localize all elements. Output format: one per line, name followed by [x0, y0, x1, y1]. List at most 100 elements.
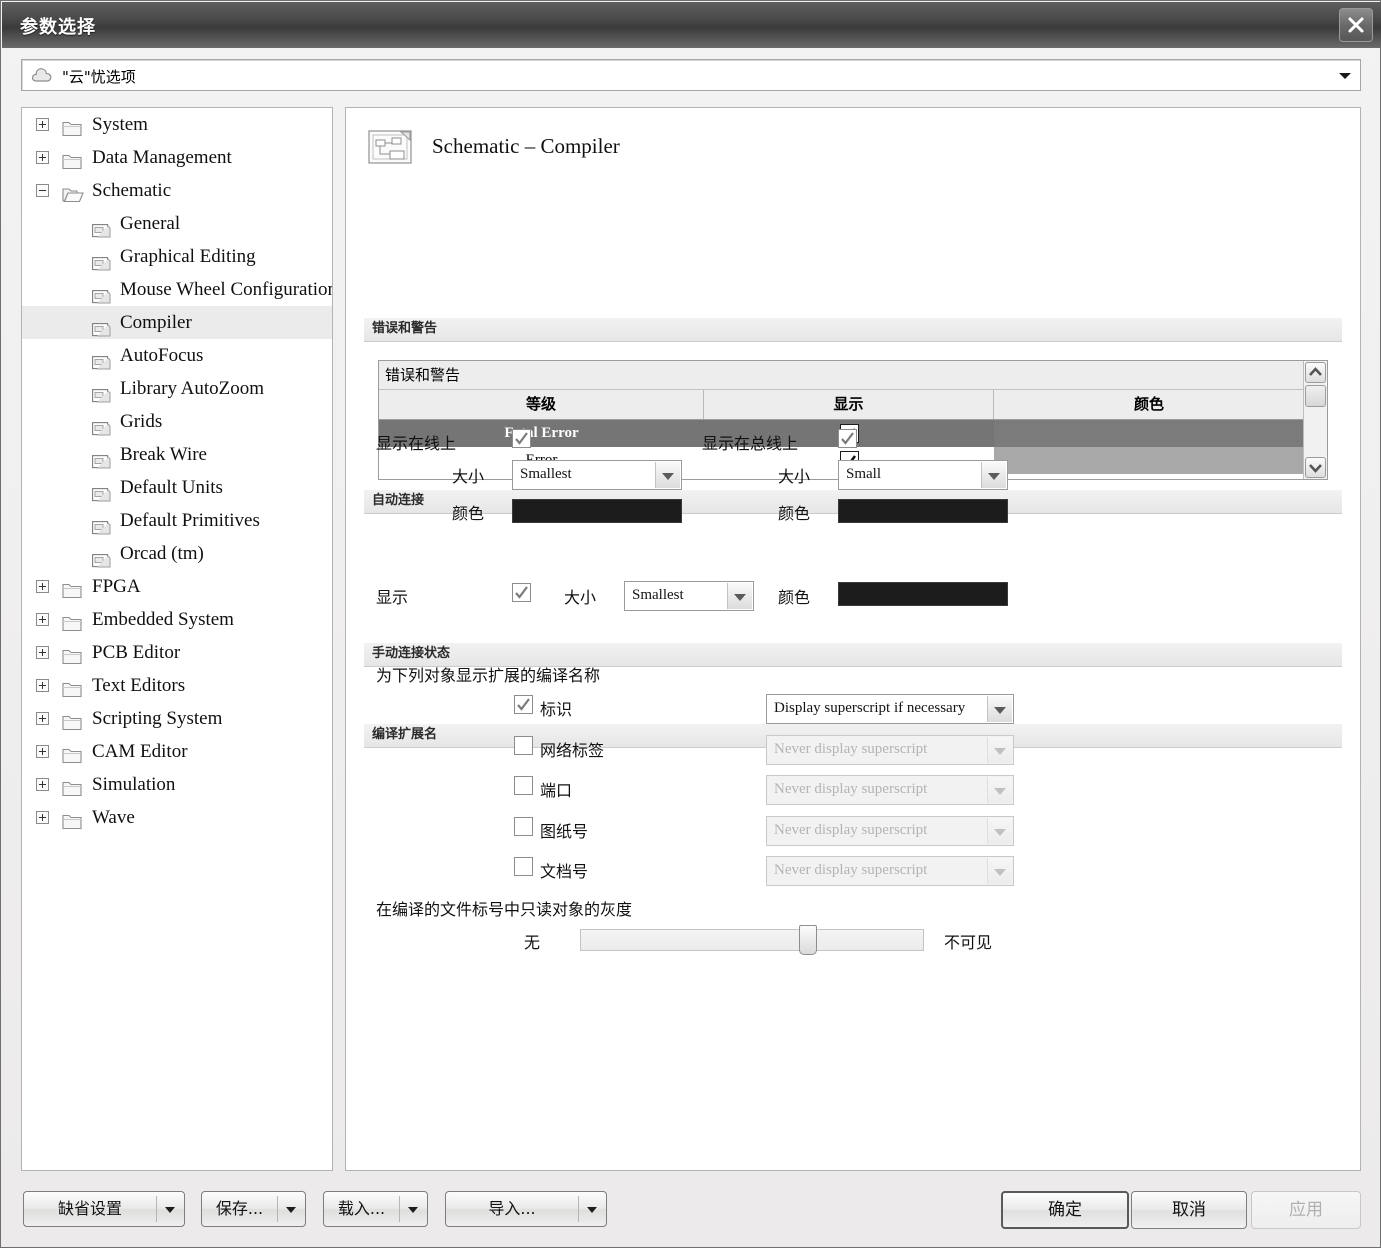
expand-icon[interactable] [36, 745, 49, 758]
checkbox-port[interactable] [514, 776, 533, 795]
scroll-up-button[interactable] [1305, 362, 1326, 383]
select-manual-size[interactable]: Smallest [624, 581, 754, 611]
sidebar-item-label: Embedded System [92, 609, 234, 630]
settings-tree[interactable]: System Data Management Schematic General Gra… [21, 107, 333, 1171]
label-manual-show: 显示 [376, 588, 409, 607]
sidebar-item-default-primitives[interactable]: Default Primitives [22, 504, 332, 537]
label-sheet-number: 图纸号 [540, 821, 589, 841]
chevron-down-icon[interactable] [408, 1207, 418, 1213]
sidebar-item-compiler[interactable]: Compiler [22, 306, 332, 339]
checkbox-manual-show[interactable] [512, 583, 531, 602]
load-button[interactable]: 载入... [323, 1191, 428, 1227]
sidebar-item-wave[interactable]: Wave [22, 801, 332, 834]
sidebar-item-label: FPGA [92, 576, 141, 597]
label-net-label: 网络标签 [540, 740, 605, 760]
settings-detail-panel: Schematic – Compiler 错误和警告 错误和警告 等级 显示 颜… [345, 107, 1361, 1171]
import-button[interactable]: 导入... [445, 1191, 607, 1227]
expand-icon[interactable] [36, 778, 49, 791]
label-show-on-wire: 显示在线上 [376, 434, 457, 453]
select-net-label-value: Never display superscript [774, 740, 928, 757]
select-designator[interactable]: Display superscript if necessary [766, 694, 1014, 724]
scroll-down-button[interactable] [1305, 457, 1326, 478]
chevron-down-icon[interactable] [587, 1207, 597, 1213]
cloud-icon [30, 65, 54, 89]
expand-icon[interactable] [36, 679, 49, 692]
sidebar-item-grids[interactable]: Grids [22, 405, 332, 438]
expand-icon[interactable] [36, 118, 49, 131]
sidebar-item-cam-editor[interactable]: CAM Editor [22, 735, 332, 768]
save-button[interactable]: 保存... [201, 1191, 306, 1227]
column-header-show[interactable]: 显示 [704, 390, 994, 419]
checkbox-sheet-number[interactable] [514, 816, 533, 836]
column-header-color[interactable]: 颜色 [994, 390, 1304, 419]
folder-icon [62, 116, 84, 137]
checkbox-show-on-bus[interactable] [838, 429, 857, 448]
expand-icon[interactable] [36, 712, 49, 725]
sidebar-item-default-units[interactable]: Default Units [22, 471, 332, 504]
page-icon [92, 547, 111, 568]
chevron-down-icon[interactable] [987, 696, 1012, 722]
slider-thumb[interactable] [799, 925, 818, 955]
folder-icon [62, 809, 84, 830]
errors-grid-scrollbar[interactable] [1303, 361, 1327, 479]
sidebar-item-orcad-tm[interactable]: Orcad (tm) [22, 537, 332, 570]
select-port: Never display superscript [766, 775, 1014, 805]
checkbox-net-label[interactable] [514, 735, 533, 755]
color-swatch-bus[interactable] [838, 499, 1008, 523]
close-button[interactable] [1339, 8, 1373, 42]
sidebar-item-graphical-editing[interactable]: Graphical Editing [22, 240, 332, 273]
cancel-button[interactable]: 取消 [1131, 1191, 1247, 1229]
scrollbar-thumb[interactable] [1305, 385, 1326, 407]
select-bus-size[interactable]: Small [838, 460, 1008, 490]
page-icon [92, 217, 111, 238]
sidebar-item-fpga[interactable]: FPGA [22, 570, 332, 603]
checkbox-document-number[interactable] [514, 857, 533, 876]
page-icon [92, 514, 111, 535]
color-swatch-wire[interactable] [512, 499, 682, 523]
sidebar-item-schematic[interactable]: Schematic [22, 174, 332, 207]
label-wire-color: 颜色 [452, 504, 485, 523]
sidebar-item-data-management[interactable]: Data Management [22, 141, 332, 174]
color-swatch-manual[interactable] [838, 582, 1008, 606]
sidebar-item-label: Graphical Editing [120, 246, 256, 267]
sidebar-item-simulation[interactable]: Simulation [22, 768, 332, 801]
expand-icon[interactable] [36, 811, 49, 824]
chevron-down-icon [987, 777, 1012, 803]
folder-icon [62, 743, 84, 764]
chevron-down-icon[interactable] [165, 1207, 175, 1213]
sidebar-item-embedded-system[interactable]: Embedded System [22, 603, 332, 636]
sidebar-item-library-autozoom[interactable]: Library AutoZoom [22, 372, 332, 405]
sidebar-item-pcb-editor[interactable]: PCB Editor [22, 636, 332, 669]
sidebar-item-autofocus[interactable]: AutoFocus [22, 339, 332, 372]
sidebar-item-text-editors[interactable]: Text Editors [22, 669, 332, 702]
chevron-down-icon[interactable] [727, 583, 752, 609]
profile-combobox[interactable]: "云"忧选项 [21, 59, 1361, 91]
chevron-down-icon[interactable] [1339, 73, 1351, 79]
collapse-icon[interactable] [36, 184, 49, 197]
sidebar-item-break-wire[interactable]: Break Wire [22, 438, 332, 471]
expand-icon[interactable] [36, 646, 49, 659]
sidebar-item-system[interactable]: System [22, 108, 332, 141]
sidebar-item-scripting-system[interactable]: Scripting System [22, 702, 332, 735]
chevron-down-icon[interactable] [981, 462, 1006, 488]
expand-icon[interactable] [36, 151, 49, 164]
sidebar-item-general[interactable]: General [22, 207, 332, 240]
sidebar-item-mouse-wheel-configuration[interactable]: Mouse Wheel Configuration [22, 273, 332, 306]
select-wire-size[interactable]: Smallest [512, 460, 682, 490]
chevron-down-icon[interactable] [655, 462, 680, 488]
cell-color[interactable] [994, 447, 1304, 474]
fade-slider[interactable] [580, 925, 924, 955]
label-slider-min: 无 [524, 933, 541, 952]
default-settings-button[interactable]: 缺省设置 [23, 1191, 185, 1227]
label-fade-readonly: 在编译的文件标号中只读对象的灰度 [376, 900, 633, 919]
expand-icon[interactable] [36, 613, 49, 626]
chevron-down-icon[interactable] [286, 1207, 296, 1213]
ok-button[interactable]: 确定 [1001, 1191, 1129, 1229]
sidebar-item-label: Wave [92, 807, 135, 828]
column-header-level[interactable]: 等级 [379, 390, 704, 419]
checkbox-designator[interactable] [514, 695, 533, 714]
checkbox-show-on-wire[interactable] [512, 429, 531, 448]
apply-button[interactable]: 应用 [1251, 1191, 1361, 1229]
expand-icon[interactable] [36, 580, 49, 593]
cell-color[interactable] [994, 420, 1304, 447]
